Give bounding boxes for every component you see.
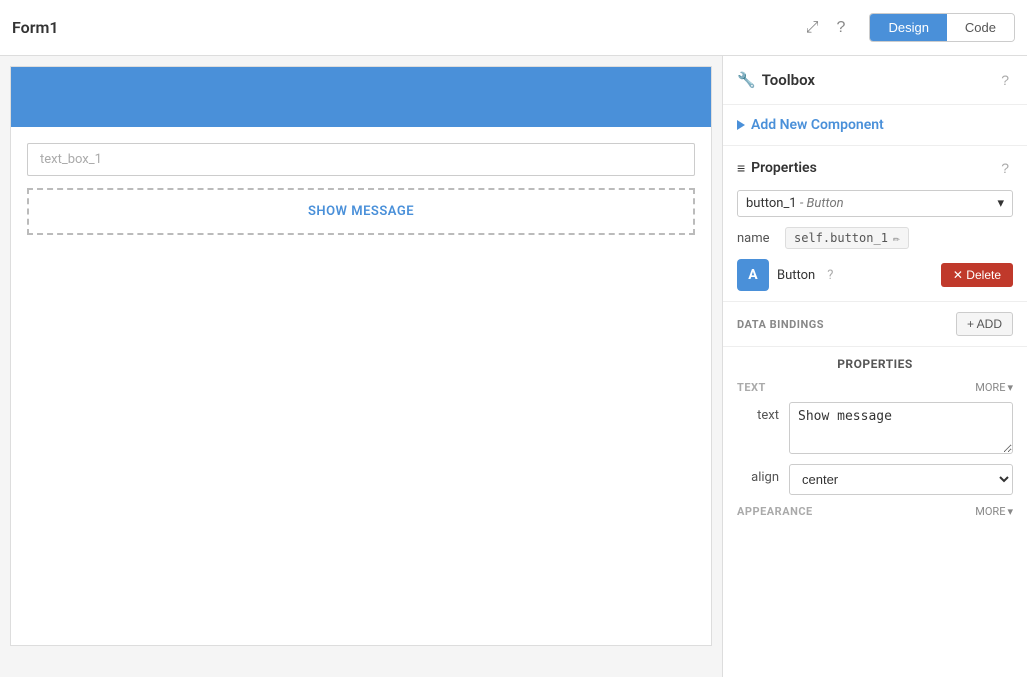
right-panel: 🔧 Toolbox ? Add New Component ≡ Properti…	[722, 56, 1027, 677]
align-prop-row: align left center right	[737, 464, 1013, 495]
text-prop-row: text Show message	[737, 402, 1013, 454]
show-message-button[interactable]: SHOW MESSAGE	[27, 188, 695, 235]
component-selector: button_1 - Button ▾	[737, 190, 1013, 217]
delete-button[interactable]: ✕ Delete	[941, 263, 1013, 287]
help-icon[interactable]: ?	[833, 15, 850, 41]
tab-code[interactable]: Code	[947, 14, 1014, 41]
appearance-section-more[interactable]: MORE ▾	[975, 505, 1013, 518]
appearance-section-label-row: APPEARANCE MORE ▾	[737, 505, 1013, 518]
name-value-text: self.button_1	[794, 231, 888, 245]
form-canvas: text_box_1 SHOW MESSAGE	[10, 66, 712, 646]
expand-icon[interactable]: ⤢	[802, 15, 823, 41]
component-type-row: A Button ? ✕ Delete	[737, 259, 1013, 291]
sliders-icon: ≡	[737, 160, 745, 177]
top-bar: Form1 ⤢ ? Design Code	[0, 0, 1027, 56]
component-dropdown[interactable]: button_1 - Button ▾	[737, 190, 1013, 217]
props-panel-title: PROPERTIES	[737, 357, 1013, 371]
chevron-down-icon-appearance: ▾	[1007, 505, 1013, 518]
text-section-label-row: TEXT MORE ▾	[737, 381, 1013, 394]
text-box-field[interactable]: text_box_1	[27, 143, 695, 176]
pencil-icon[interactable]: ✏	[893, 231, 900, 245]
component-dropdown-text: button_1 - Button	[746, 196, 844, 211]
add-binding-button[interactable]: + ADD	[956, 312, 1013, 336]
name-value: self.button_1 ✏	[785, 227, 909, 249]
text-section-label: TEXT	[737, 381, 766, 394]
component-icon: A	[737, 259, 769, 291]
text-prop-textarea[interactable]: Show message	[789, 402, 1013, 454]
data-bindings-title: DATA BINDINGS	[737, 318, 824, 331]
triangle-icon	[737, 120, 745, 130]
name-row: name self.button_1 ✏	[737, 227, 1013, 249]
add-new-component-label: Add New Component	[751, 117, 884, 133]
text-section-more[interactable]: MORE ▾	[975, 381, 1013, 394]
wrench-icon: 🔧	[737, 71, 756, 89]
data-bindings-section: DATA BINDINGS + ADD	[723, 302, 1027, 347]
properties-section: ≡ Properties ? button_1 - Button ▾ name	[723, 146, 1027, 302]
align-prop-label: align	[737, 464, 779, 485]
show-message-button-label: SHOW MESSAGE	[308, 204, 414, 219]
toolbox-title: 🔧 Toolbox	[737, 71, 815, 89]
chevron-down-icon: ▾	[997, 196, 1004, 211]
form-header-bar	[11, 67, 711, 127]
properties-title: ≡ Properties	[737, 160, 817, 177]
properties-header: ≡ Properties ?	[737, 156, 1013, 180]
tab-design[interactable]: Design	[870, 14, 946, 41]
data-bindings-header: DATA BINDINGS + ADD	[737, 312, 1013, 336]
top-bar-icons: ⤢ ?	[802, 15, 850, 41]
main-layout: text_box_1 SHOW MESSAGE 🔧 Toolbox ? Add …	[0, 56, 1027, 677]
tab-group: Design Code	[869, 13, 1015, 42]
component-type-label: Button	[777, 268, 815, 283]
form-title: Form1	[12, 18, 792, 37]
properties-help-icon[interactable]: ?	[997, 156, 1013, 180]
name-label: name	[737, 231, 777, 246]
toolbox-help-icon[interactable]: ?	[997, 68, 1013, 92]
chevron-down-icon-text: ▾	[1007, 381, 1013, 394]
text-prop-label: text	[737, 402, 779, 423]
canvas-area: text_box_1 SHOW MESSAGE	[0, 56, 722, 677]
add-new-component-row[interactable]: Add New Component	[723, 105, 1027, 146]
form-content: text_box_1 SHOW MESSAGE	[11, 127, 711, 251]
align-prop-select[interactable]: left center right	[789, 464, 1013, 495]
appearance-section-label: APPEARANCE	[737, 505, 813, 518]
toolbox-header: 🔧 Toolbox ?	[723, 56, 1027, 105]
toolbox-title-text: Toolbox	[762, 71, 815, 89]
props-panel: PROPERTIES TEXT MORE ▾ text Show message…	[723, 347, 1027, 528]
component-type-help-icon[interactable]: ?	[827, 268, 833, 283]
